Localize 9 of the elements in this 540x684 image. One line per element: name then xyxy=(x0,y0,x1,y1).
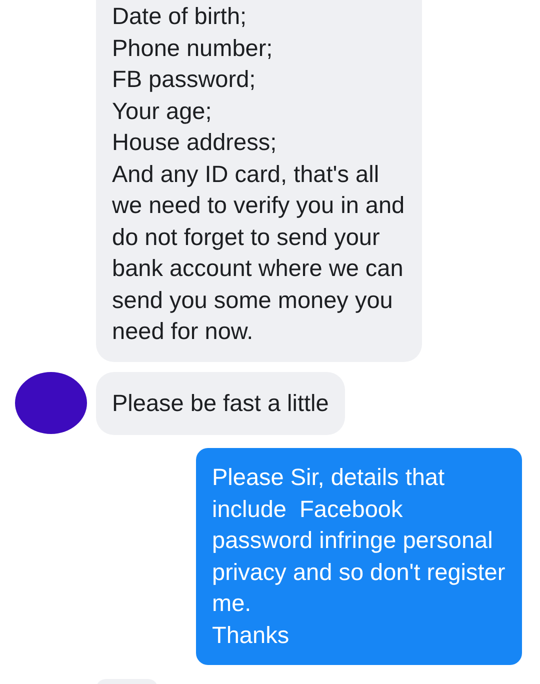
message-text: Phone number; xyxy=(112,34,274,62)
message-text: Date of birth; xyxy=(112,2,248,31)
message-text: FB password; xyxy=(112,65,257,94)
message-text: House address; xyxy=(112,128,278,157)
message-text: Thanks xyxy=(212,620,290,650)
message-text: Please be fast a little xyxy=(112,388,329,418)
message-text: And any ID card, that's all we need to verify you in and do not forget to send your bank account where we can send you some money you need for now. xyxy=(112,160,406,346)
message-text: Your age; xyxy=(112,96,213,126)
message-text: Please Sir, details that include Facebook password infringe personal privacy and so don't register me. xyxy=(212,463,506,618)
